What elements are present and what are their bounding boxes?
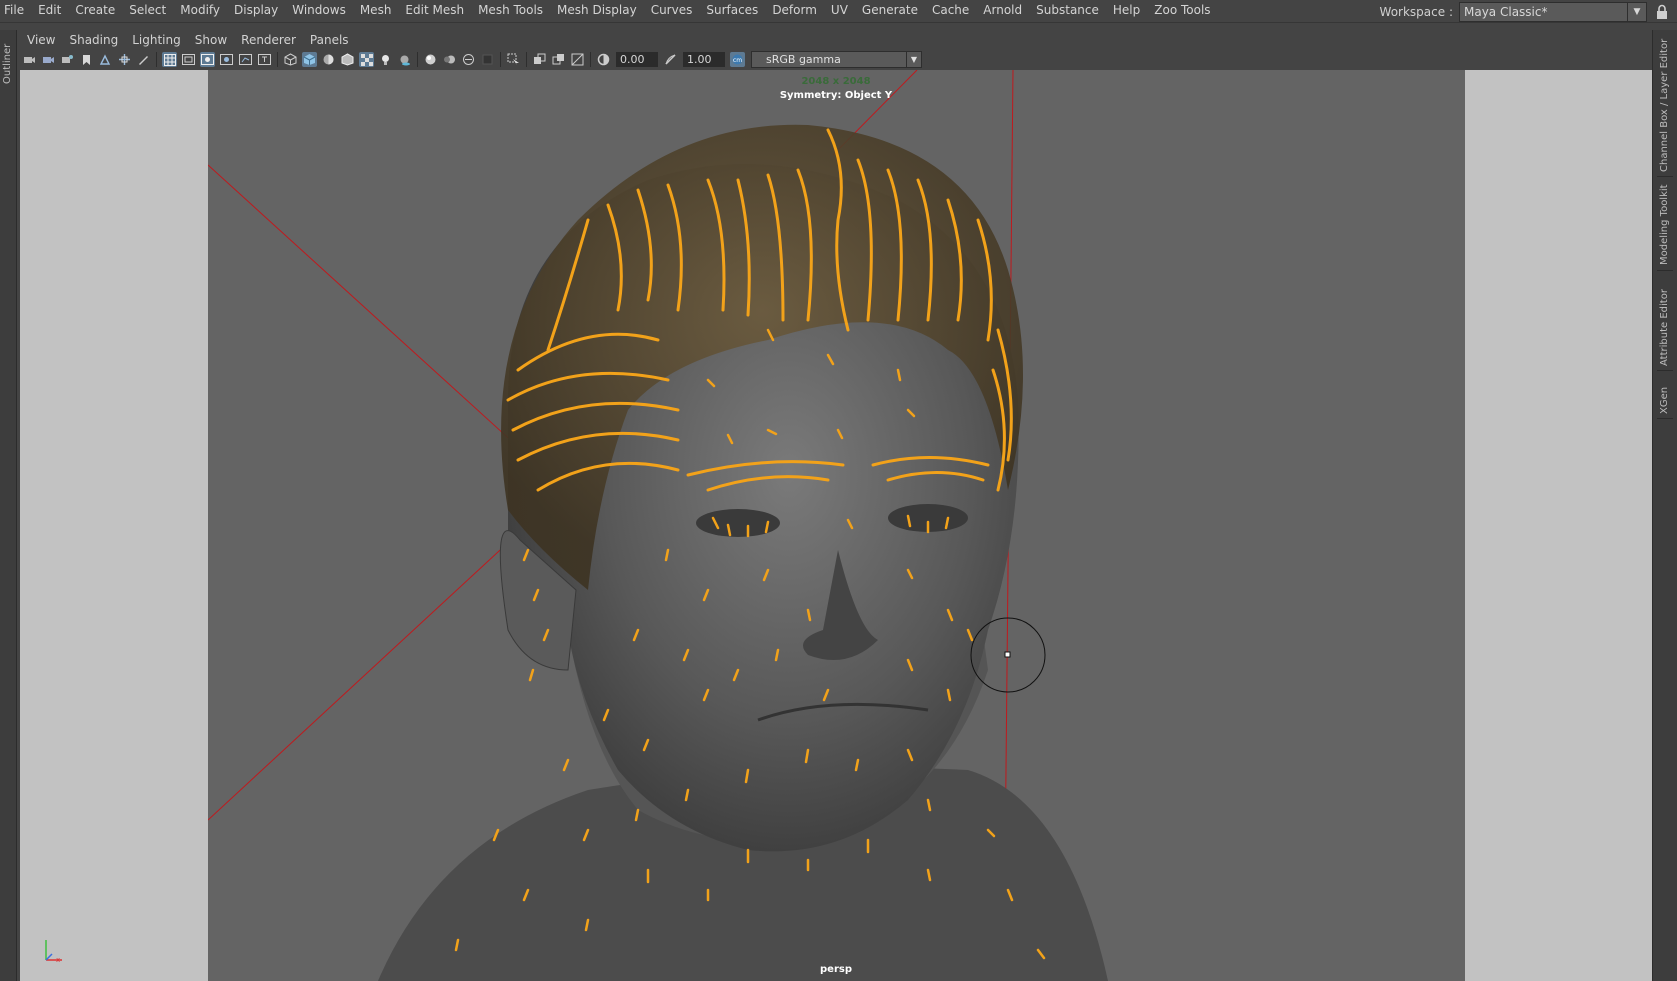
chevron-down-icon[interactable]: ▼ [1627, 3, 1646, 21]
panel-menu-renderer[interactable]: Renderer [234, 33, 303, 47]
toolbar-separator [526, 52, 527, 67]
right-tab-strip: Channel Box / Layer Editor Modeling Tool… [1652, 30, 1677, 981]
ambient-occlusion-icon[interactable] [423, 52, 438, 67]
tab-xgen[interactable]: XGen [1657, 382, 1673, 419]
menu-edit-mesh[interactable]: Edit Mesh [398, 0, 471, 22]
panel-menu-bar: View Shading Lighting Show Renderer Pane… [20, 30, 1652, 49]
view-transform-dropdown[interactable]: sRGB gamma ▼ [751, 51, 922, 68]
toolbar-separator [500, 52, 501, 67]
wireframe-on-shaded-icon[interactable] [340, 52, 355, 67]
xray-joints-icon[interactable] [532, 52, 547, 67]
safe-action-icon[interactable] [257, 52, 272, 67]
wireframe-icon[interactable] [283, 52, 298, 67]
scene-render [208, 70, 1108, 981]
resolution-readout: 2048 x 2048 [801, 76, 871, 87]
panel-menu-shading[interactable]: Shading [62, 33, 125, 47]
field-chart-icon[interactable] [238, 52, 253, 67]
tab-attribute-editor[interactable]: Attribute Editor [1657, 286, 1673, 371]
menu-uv[interactable]: UV [824, 0, 855, 22]
color-management-icon[interactable]: cm [730, 52, 745, 67]
bookmarks-icon[interactable] [60, 52, 75, 67]
default-material-icon[interactable] [321, 52, 336, 67]
viewport-panel[interactable]: 2048 x 2048 Symmetry: Object Y persp x [20, 70, 1652, 981]
tab-modeling-toolkit[interactable]: Modeling Toolkit [1657, 180, 1673, 271]
toolbar-separator [417, 52, 418, 67]
smooth-shade-icon[interactable] [302, 52, 317, 67]
menu-zoo-tools[interactable]: Zoo Tools [1147, 0, 1217, 22]
bookmark-icon[interactable] [79, 52, 94, 67]
workspace-dropdown[interactable]: Maya Classic* ▼ [1459, 2, 1647, 22]
xray-active-components-icon[interactable] [551, 52, 566, 67]
menu-mesh-tools[interactable]: Mesh Tools [471, 0, 550, 22]
resolution-gate-icon[interactable] [200, 52, 215, 67]
xray-icon[interactable] [359, 52, 374, 67]
menu-display[interactable]: Display [227, 0, 285, 22]
panel-menu-view[interactable]: View [20, 33, 62, 47]
exposure-field[interactable]: 0.00 [616, 52, 658, 67]
grid-icon[interactable] [162, 52, 177, 67]
menu-select[interactable]: Select [122, 0, 173, 22]
menu-deform[interactable]: Deform [765, 0, 824, 22]
tab-channel-box[interactable]: Channel Box / Layer Editor [1657, 34, 1673, 177]
camera-attributes-icon[interactable] [41, 52, 56, 67]
view-transform-value: sRGB gamma [766, 53, 841, 66]
menu-create[interactable]: Create [68, 0, 122, 22]
menu-arnold[interactable]: Arnold [976, 0, 1029, 22]
menu-edit[interactable]: Edit [31, 0, 68, 22]
left-tab-strip: Outliner [0, 30, 17, 981]
2d-pan-zoom-icon[interactable] [117, 52, 132, 67]
shadows-icon[interactable] [397, 52, 412, 67]
anti-aliasing-icon[interactable] [461, 52, 476, 67]
panel-menu-lighting[interactable]: Lighting [125, 33, 188, 47]
motion-blur-icon[interactable] [442, 52, 457, 67]
lock-icon[interactable] [1655, 4, 1669, 20]
depth-of-field-icon[interactable] [480, 52, 495, 67]
svg-text:cm: cm [733, 57, 742, 64]
menu-mesh[interactable]: Mesh [353, 0, 399, 22]
image-plane-icon[interactable] [98, 52, 113, 67]
grease-pencil-icon[interactable] [136, 52, 151, 67]
select-camera-icon[interactable] [22, 52, 37, 67]
menu-surfaces[interactable]: Surfaces [699, 0, 765, 22]
backface-culling-icon[interactable] [570, 52, 585, 67]
isolate-select-icon[interactable] [506, 52, 521, 67]
toolbar-separator [156, 52, 157, 67]
tab-outliner[interactable]: Outliner [0, 36, 16, 92]
toolbar-separator [590, 52, 591, 67]
lights-icon[interactable] [378, 52, 393, 67]
toolbar-separator [277, 52, 278, 67]
gate-mask-icon[interactable] [219, 52, 234, 67]
panel-menu-show[interactable]: Show [188, 33, 234, 47]
film-gate-icon[interactable] [181, 52, 196, 67]
panel-menu-panels[interactable]: Panels [303, 33, 356, 47]
menu-curves[interactable]: Curves [644, 0, 700, 22]
menu-help[interactable]: Help [1106, 0, 1147, 22]
axis-gizmo-icon: x [45, 940, 62, 964]
menu-file[interactable]: File [0, 0, 31, 22]
chevron-down-icon[interactable]: ▼ [906, 52, 921, 67]
symmetry-readout: Symmetry: Object Y [779, 90, 893, 101]
resolution-gate [208, 70, 1465, 981]
menu-mesh-display[interactable]: Mesh Display [550, 0, 644, 22]
menu-cache[interactable]: Cache [925, 0, 976, 22]
panel-toolbar: 0.00 1.00 cm sRGB gamma ▼ [20, 49, 1652, 71]
camera-name: persp [820, 964, 852, 975]
menu-windows[interactable]: Windows [285, 0, 353, 22]
svg-text:x: x [56, 956, 60, 964]
menu-generate[interactable]: Generate [855, 0, 925, 22]
workspace-value: Maya Classic* [1464, 5, 1548, 19]
gamma-field[interactable]: 1.00 [683, 52, 725, 67]
gamma-icon[interactable] [663, 52, 678, 67]
menu-substance[interactable]: Substance [1029, 0, 1106, 22]
menu-modify[interactable]: Modify [173, 0, 227, 22]
exposure-icon[interactable] [596, 52, 611, 67]
workspace-label: Workspace : [1379, 5, 1453, 19]
workspace-selector: Workspace : Maya Classic* ▼ [1380, 2, 1669, 22]
